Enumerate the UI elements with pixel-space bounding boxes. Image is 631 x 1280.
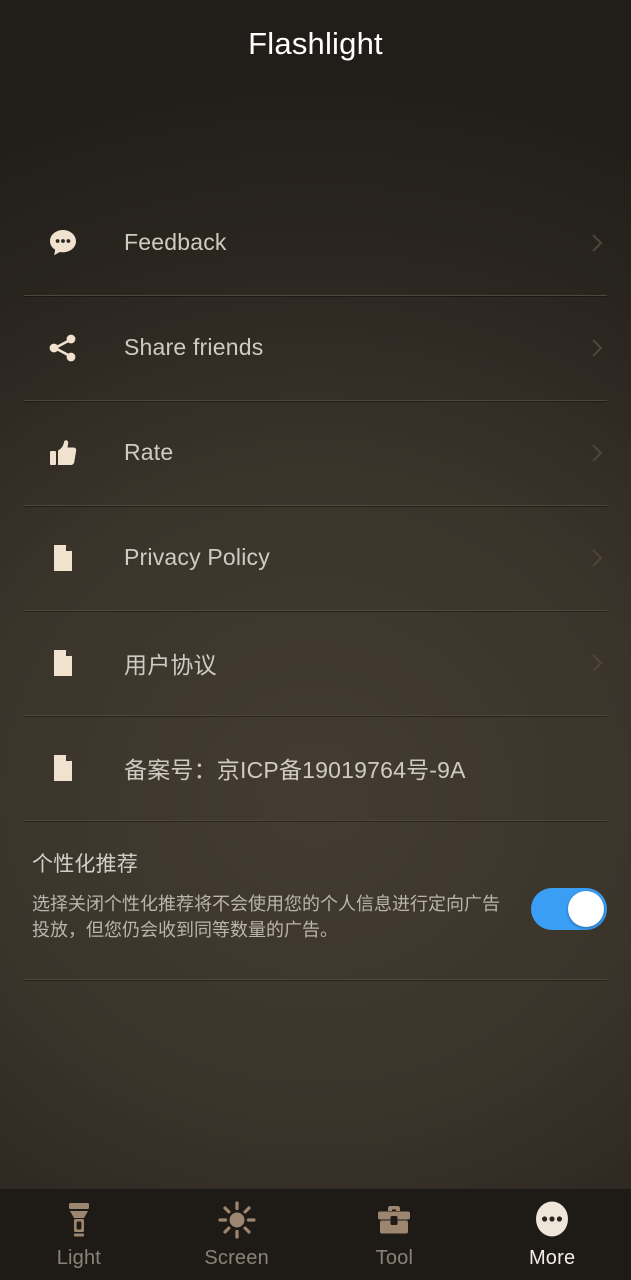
menu-item-label: Feedback [124,229,227,255]
document-icon [44,644,82,682]
app-header: Flashlight [0,0,631,88]
menu-item-feedback[interactable]: Feedback [0,190,631,295]
document-icon [44,539,82,577]
menu-item-share-friends[interactable]: Share friends [0,295,631,400]
nav-item-more[interactable]: More [473,1189,631,1280]
chevron-right-icon [587,443,607,463]
personalized-text: 个性化推荐 选择关闭个性化推荐将不会使用您的个人信息进行定向广告投放，但您仍会收… [32,848,531,943]
toggle-knob [568,891,604,927]
personalized-toggle-wrap [531,848,607,930]
chevron-right-icon [587,233,607,253]
menu-item-label: 备案号：京ICP备19019764号-9A [124,756,466,783]
nav-item-light[interactable]: Light [0,1189,158,1280]
menu-item-user-agreement[interactable]: 用户协议 [0,610,631,715]
page-title: Flashlight [248,26,383,61]
app-screen: Flashlight Feedback Share friends Rate P… [0,0,631,1280]
menu-item-rate[interactable]: Rate [0,400,631,505]
menu-item-label: Privacy Policy [124,544,270,570]
share-icon [44,329,82,367]
nav-item-label: Light [56,1246,102,1269]
personalized-toggle[interactable] [531,888,607,930]
more-dots-icon [532,1200,572,1240]
nav-item-label: Tool [375,1246,414,1269]
speech-bubble-icon [44,224,82,262]
menu-item-icp-filing[interactable]: 备案号：京ICP备19019764号-9A [0,715,631,820]
chevron-right-icon [587,338,607,358]
nav-item-label: More [528,1246,576,1269]
bottom-navigation: Light Screen Tool More [0,1188,631,1280]
menu-item-label: 用户协议 [124,651,217,678]
nav-item-screen[interactable]: Screen [158,1189,316,1280]
menu-item-label: Share friends [124,334,264,360]
menu-item-privacy-policy[interactable]: Privacy Policy [0,505,631,610]
personalized-description: 选择关闭个性化推荐将不会使用您的个人信息进行定向广告投放，但您仍会收到同等数量的… [32,894,500,941]
toolbox-icon [374,1200,414,1240]
document-icon [44,749,82,787]
flashlight-icon [61,1200,97,1240]
sun-icon [217,1200,257,1240]
nav-item-tool[interactable]: Tool [316,1189,474,1280]
menu-item-label: Rate [124,439,174,465]
section-divider [24,979,607,981]
nav-item-label: Screen [204,1246,269,1269]
thumbs-up-icon [44,434,82,472]
settings-list: Feedback Share friends Rate Privacy Poli… [0,88,631,1188]
chevron-right-icon [587,653,607,673]
personalized-title: 个性化推荐 [32,853,138,876]
chevron-right-icon [587,548,607,568]
personalized-recommendation-section: 个性化推荐 选择关闭个性化推荐将不会使用您的个人信息进行定向广告投放，但您仍会收… [0,820,631,967]
